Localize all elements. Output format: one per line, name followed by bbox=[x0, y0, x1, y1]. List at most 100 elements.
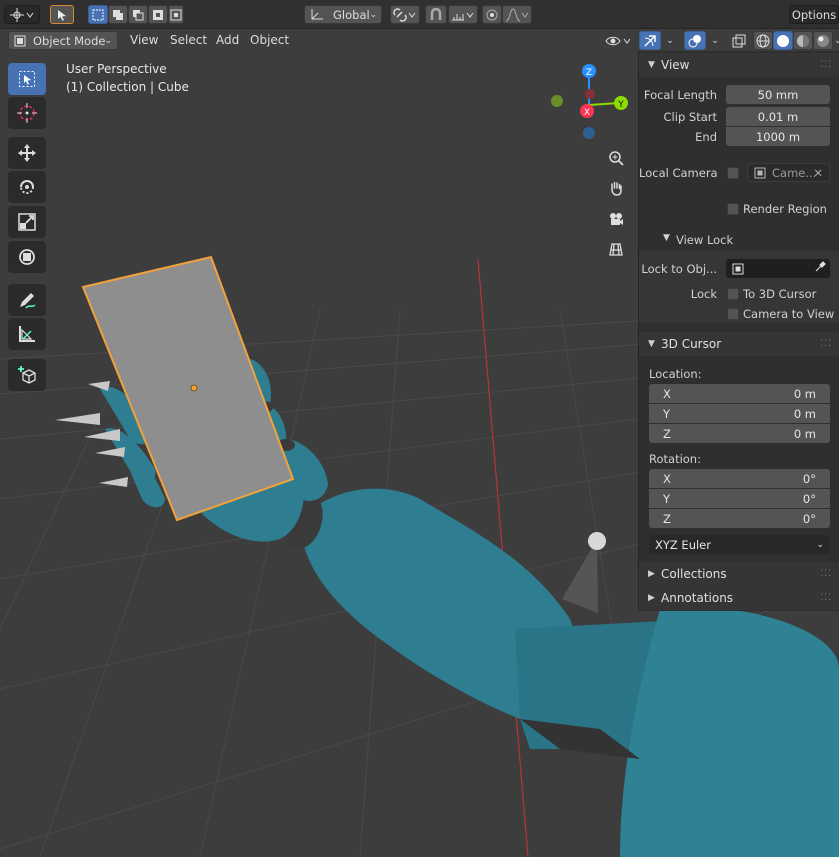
sidebar-panel: ▼ View ⁚⁚⁚ Focal Length 50 mm Clip Start… bbox=[638, 51, 839, 611]
select-intersect-icon[interactable] bbox=[168, 5, 184, 24]
rotate-tool-icon[interactable] bbox=[8, 171, 46, 203]
wireframe-shading-icon[interactable] bbox=[753, 31, 773, 50]
cursor-tool-icon[interactable] bbox=[8, 97, 46, 129]
menu-object[interactable]: Object bbox=[244, 31, 295, 49]
scale-tool-icon[interactable] bbox=[8, 206, 46, 238]
select-mode-icon[interactable] bbox=[50, 5, 74, 24]
clip-start-label: Clip Start bbox=[663, 110, 717, 124]
chevron-down-icon: ⌄ bbox=[816, 539, 824, 550]
navigation-gizmo[interactable]: Z Y X bbox=[545, 61, 635, 161]
eyedropper-icon[interactable] bbox=[814, 261, 826, 276]
menu-select[interactable]: Select bbox=[164, 31, 213, 49]
clip-start-field[interactable]: 0.01 m bbox=[726, 107, 830, 126]
local-camera-label: Local Camera bbox=[639, 166, 718, 180]
proportional-edit-icon[interactable] bbox=[482, 5, 502, 24]
grid-perspective-icon[interactable] bbox=[604, 237, 628, 261]
move-tool-icon[interactable] bbox=[8, 137, 46, 169]
axis-value: 0 m bbox=[793, 386, 816, 401]
snap-target-dropdown[interactable] bbox=[448, 5, 478, 24]
add-cube-tool-icon[interactable] bbox=[8, 359, 46, 391]
cursor-rotation-y-field[interactable]: Y 0° bbox=[649, 489, 830, 508]
drag-grip-icon[interactable]: ⁚⁚⁚ bbox=[820, 339, 832, 349]
cursor-location-y-field[interactable]: Y 0 m bbox=[649, 404, 830, 423]
drag-grip-icon[interactable]: ⁚⁚⁚ bbox=[820, 593, 832, 603]
overlays-dropdown-chevron-icon[interactable]: ⌄ bbox=[706, 31, 724, 50]
section-collections-header[interactable]: ▶ Collections ⁚⁚⁚ bbox=[639, 562, 839, 586]
camera-to-view-checkbox[interactable] bbox=[727, 308, 739, 320]
gizmo-dropdown-chevron-icon[interactable]: ⌄ bbox=[661, 31, 679, 50]
object-mode-icon bbox=[14, 35, 26, 46]
pivot-point-dropdown[interactable] bbox=[390, 5, 420, 24]
select-extend-icon[interactable] bbox=[108, 5, 128, 24]
cursor-location-x-field[interactable]: X 0 m bbox=[649, 384, 830, 403]
cursor-rotation-z-field[interactable]: Z 0° bbox=[649, 509, 830, 528]
camera-object-icon bbox=[754, 167, 766, 178]
drag-grip-icon[interactable]: ⁚⁚⁚ bbox=[820, 569, 832, 579]
mode-dropdown[interactable]: Object Mode ⌄ bbox=[8, 31, 118, 50]
transform-orientation-dropdown[interactable]: Global ⌄ bbox=[304, 5, 382, 24]
axis-label: Z bbox=[663, 426, 671, 441]
gizmo-toggle-icon[interactable] bbox=[639, 31, 661, 50]
menu-view[interactable]: View bbox=[124, 31, 164, 49]
local-camera-checkbox[interactable] bbox=[727, 167, 739, 179]
axis-value: 0 m bbox=[793, 426, 816, 441]
gizmo-y-label: Y bbox=[617, 100, 624, 110]
transform-pivot-icon[interactable] bbox=[4, 5, 40, 24]
axis-label: Y bbox=[663, 406, 671, 421]
measure-tool-icon[interactable] bbox=[8, 318, 46, 350]
select-new-icon[interactable] bbox=[88, 5, 108, 24]
section-view-header[interactable]: ▼ View ⁚⁚⁚ bbox=[639, 53, 839, 77]
cursor-rotation-x-field[interactable]: X 0° bbox=[649, 469, 830, 488]
shading-dropdown-chevron-icon[interactable]: ⌄ bbox=[833, 31, 839, 50]
pan-hand-icon[interactable] bbox=[604, 176, 628, 200]
axis-label: X bbox=[663, 471, 671, 486]
section-3d-cursor-header[interactable]: ▼ 3D Cursor ⁚⁚⁚ bbox=[639, 332, 839, 356]
view-lock-title: View Lock bbox=[676, 233, 734, 247]
cursor-location-z-field[interactable]: Z 0 m bbox=[649, 424, 830, 443]
lock-to-3d-cursor-checkbox[interactable] bbox=[727, 288, 739, 300]
lock-to-object-field[interactable] bbox=[726, 259, 830, 278]
rotation-mode-dropdown[interactable]: XYZ Euler ⌄ bbox=[649, 535, 830, 554]
clip-end-field[interactable]: 1000 m bbox=[726, 127, 830, 146]
zoom-icon[interactable] bbox=[604, 146, 628, 170]
annotate-tool-icon[interactable] bbox=[8, 284, 46, 316]
focal-length-label: Focal Length bbox=[643, 88, 717, 102]
camera-view-icon[interactable] bbox=[604, 207, 628, 231]
solid-shading-icon[interactable] bbox=[773, 31, 793, 50]
axis-value: 0° bbox=[802, 491, 816, 506]
xray-toggle-icon[interactable] bbox=[729, 31, 749, 50]
drag-grip-icon[interactable]: ⁚⁚⁚ bbox=[820, 60, 832, 70]
axis-label: X bbox=[663, 386, 671, 401]
snap-toggle-icon[interactable] bbox=[425, 5, 447, 24]
clear-x-icon[interactable]: ✕ bbox=[813, 166, 823, 180]
visibility-dropdown[interactable] bbox=[602, 31, 634, 50]
options-button[interactable]: Options bbox=[789, 5, 839, 24]
focal-length-field[interactable]: 50 mm bbox=[726, 85, 830, 104]
snap-increment-icon bbox=[452, 12, 474, 20]
menu-add[interactable]: Add bbox=[210, 31, 245, 49]
chevron-down-icon: ⌄ bbox=[369, 9, 377, 20]
clip-end-label: End bbox=[695, 130, 717, 144]
axis-value: 0 m bbox=[793, 406, 816, 421]
view-lock-triangle-icon[interactable]: ▼ bbox=[663, 233, 670, 243]
transform-tool-icon[interactable] bbox=[8, 241, 46, 273]
local-camera-field[interactable]: Came... ✕ bbox=[747, 163, 830, 182]
render-region-checkbox[interactable] bbox=[727, 203, 739, 215]
cursor-location-label: Location: bbox=[649, 367, 702, 381]
overlays-toggle-icon[interactable] bbox=[684, 31, 706, 50]
view-name: User Perspective bbox=[66, 62, 167, 76]
falloff-dropdown[interactable] bbox=[502, 5, 532, 24]
object-icon bbox=[732, 263, 744, 274]
axis-label: Z bbox=[663, 511, 671, 526]
rotation-mode-value: XYZ Euler bbox=[655, 537, 711, 552]
select-subtract-icon[interactable] bbox=[128, 5, 148, 24]
rendered-shading-icon[interactable] bbox=[813, 31, 833, 50]
material-shading-icon[interactable] bbox=[793, 31, 813, 50]
section-annotations-header[interactable]: ▶ Annotations ⁚⁚⁚ bbox=[639, 586, 839, 610]
local-camera-value: Came... bbox=[772, 165, 817, 180]
eye-icon bbox=[605, 36, 631, 45]
select-box-icon[interactable] bbox=[8, 63, 46, 95]
lock-label: Lock bbox=[690, 287, 717, 301]
collapsed-triangle-icon: ▶ bbox=[648, 593, 655, 603]
select-invert-icon[interactable] bbox=[148, 5, 168, 24]
